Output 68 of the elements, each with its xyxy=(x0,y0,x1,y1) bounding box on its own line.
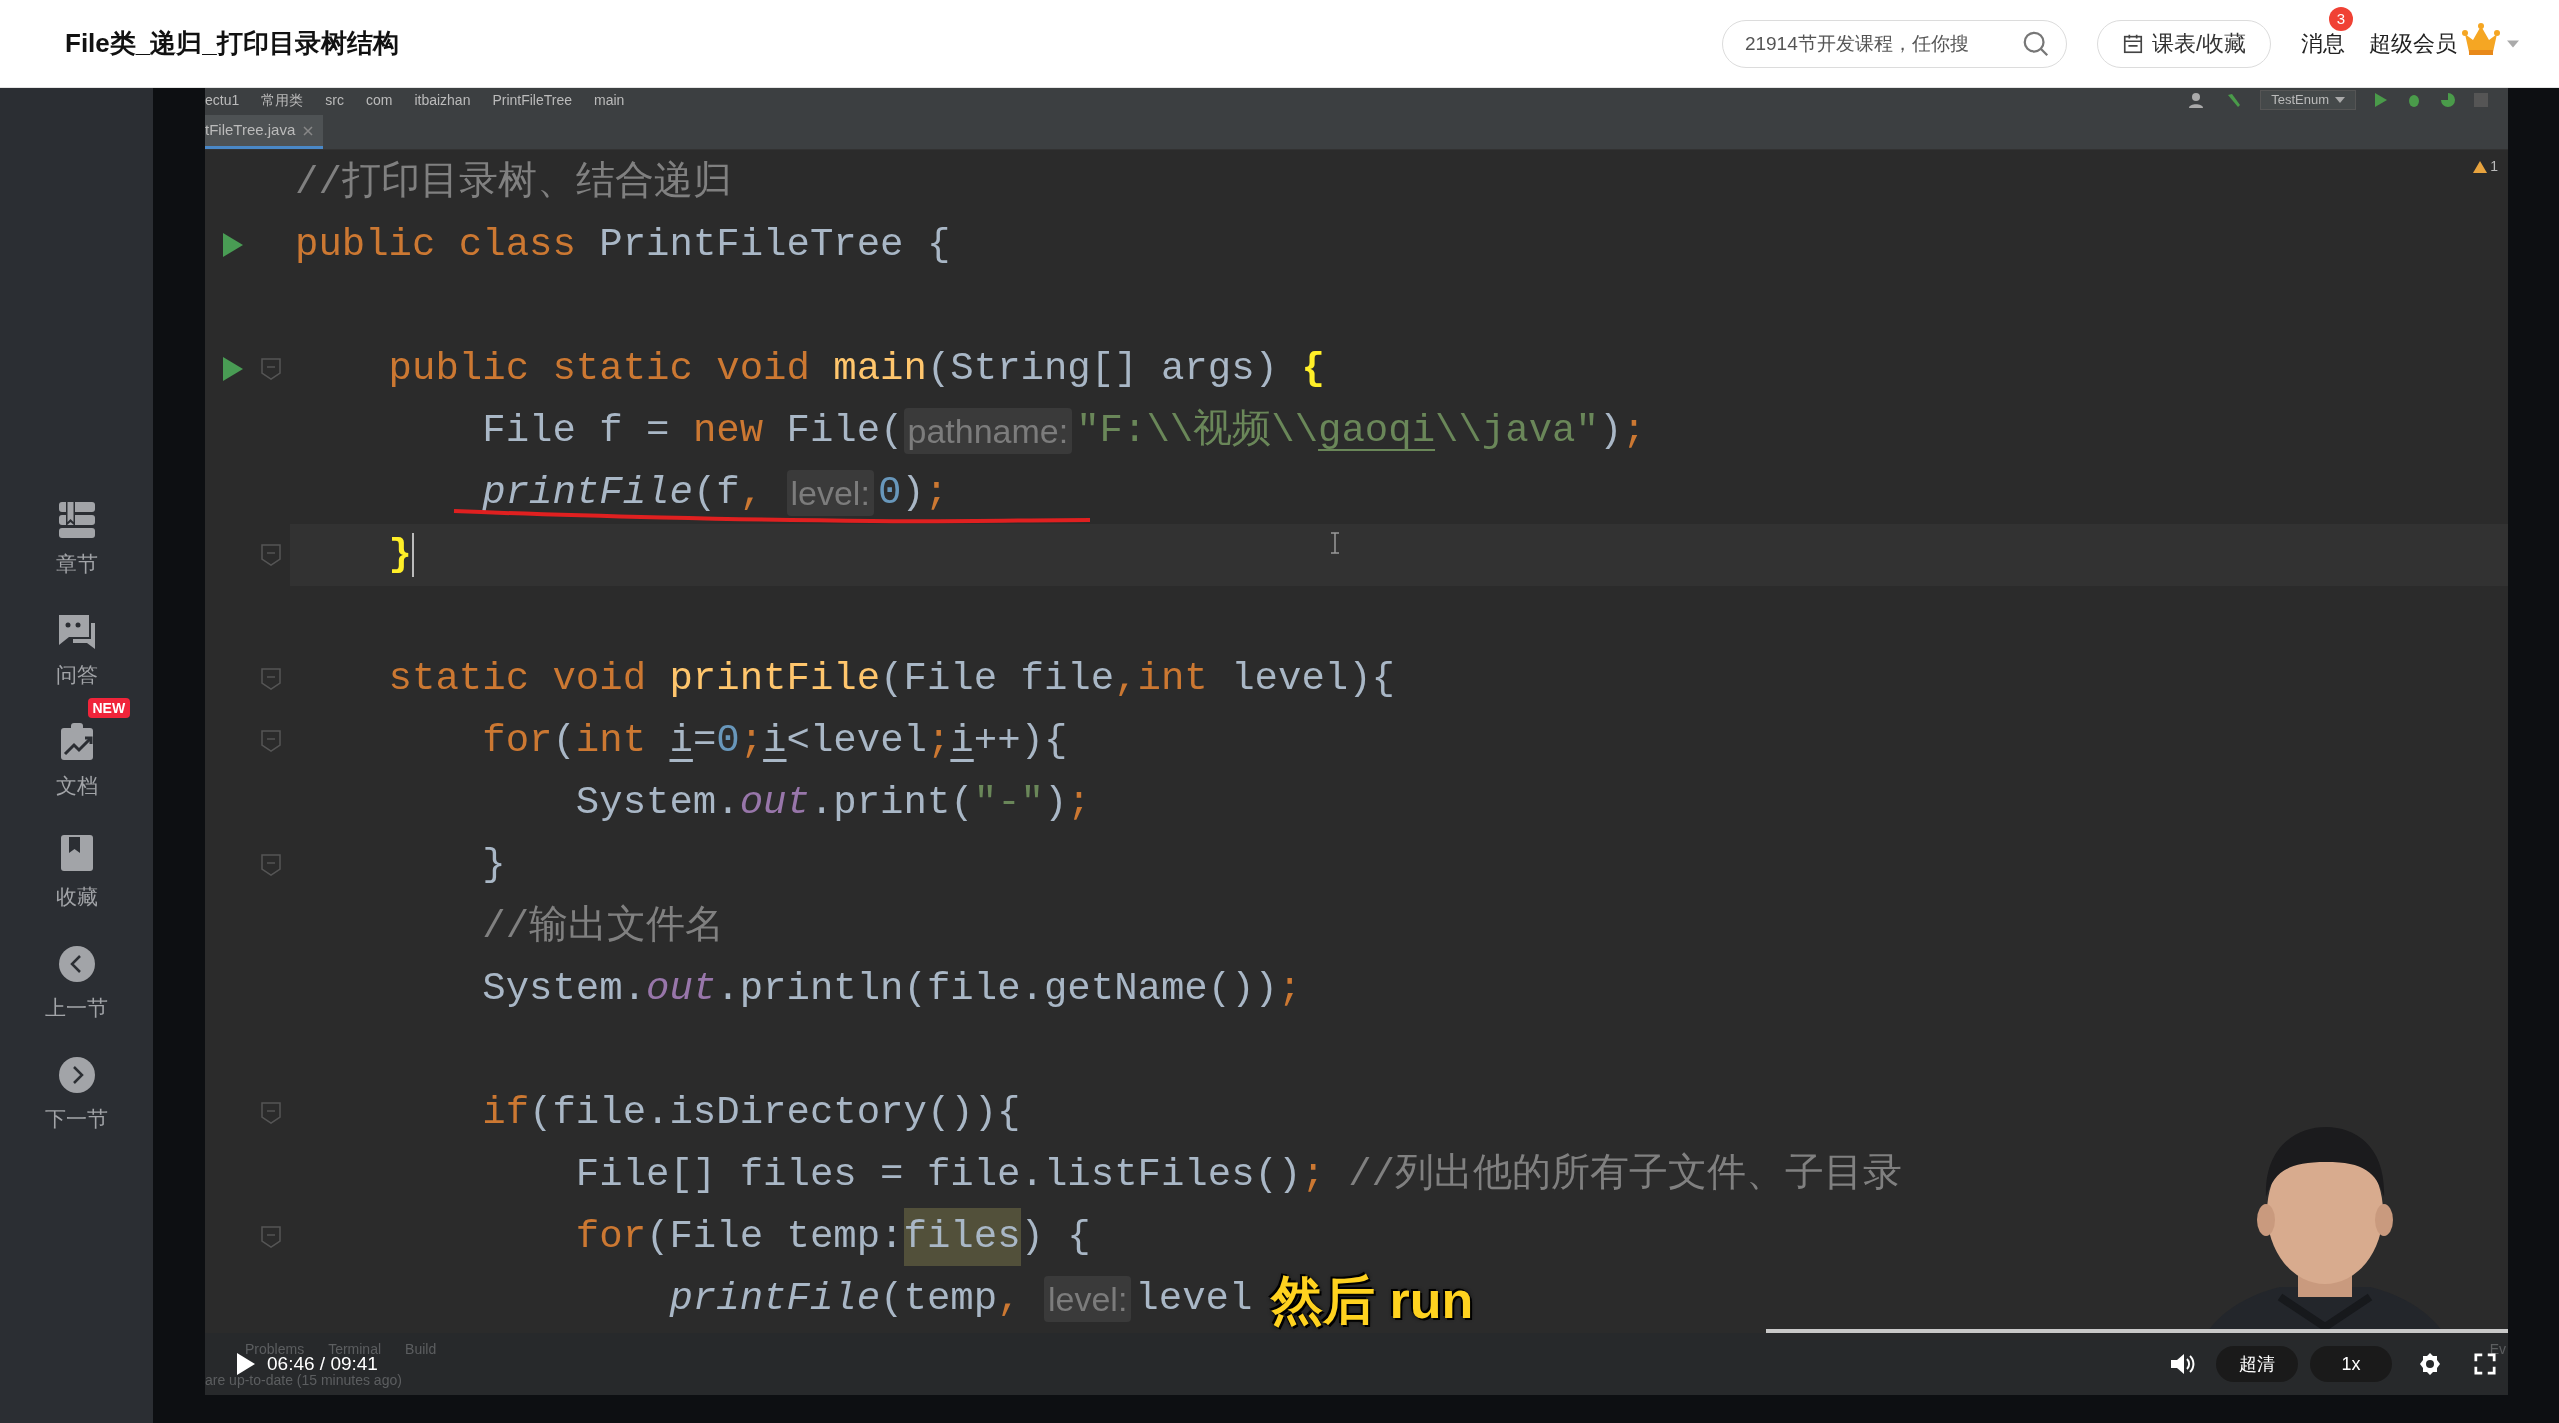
code-line: System.out.print("-"); xyxy=(574,779,1091,827)
calendar-icon xyxy=(2121,32,2144,55)
vip-link[interactable]: 超级会员 xyxy=(2369,27,2457,60)
breadcrumb-item[interactable]: src xyxy=(325,89,344,111)
settings-icon[interactable] xyxy=(2418,1352,2442,1376)
code-line: System.out.println(file.getName()); xyxy=(481,965,1302,1013)
text-cursor-icon xyxy=(1330,532,1340,554)
code-line: for(int i=0;i<level;i++){ xyxy=(481,717,1068,765)
breadcrumb-item[interactable]: ectu1 xyxy=(205,89,240,111)
sidebar-label[interactable]: 文档 xyxy=(55,770,98,802)
code-line: File f = new File(pathname: "F:\\视频\\gaoqi\\java"); xyxy=(481,407,1646,456)
speed-button[interactable]: 1x xyxy=(2310,1346,2392,1382)
code-line: //输出文件名 xyxy=(481,903,725,951)
volume-icon[interactable] xyxy=(2170,1353,2196,1375)
play-icon[interactable] xyxy=(235,1353,255,1375)
sidebar-label[interactable]: 问答 xyxy=(55,659,98,691)
caret-icon xyxy=(2335,97,2345,103)
fullscreen-icon[interactable] xyxy=(2474,1353,2496,1375)
fold-marker-icon[interactable] xyxy=(261,730,281,752)
sidebar-label[interactable]: 章节 xyxy=(55,548,98,580)
fold-marker-icon[interactable] xyxy=(261,1226,281,1248)
hammer-icon[interactable] xyxy=(2226,92,2243,108)
run-icon[interactable] xyxy=(2374,92,2388,108)
run-config-dropdown[interactable]: TestEnum xyxy=(2260,90,2356,110)
warning-icon xyxy=(2473,160,2488,173)
fold-marker-icon[interactable] xyxy=(261,358,281,380)
sidebar-label[interactable]: 下一节 xyxy=(45,1103,108,1135)
code-line: } xyxy=(387,531,415,579)
new-badge: NEW xyxy=(87,698,131,718)
fold-marker-icon[interactable] xyxy=(261,854,281,876)
code-line: } xyxy=(481,841,506,889)
fold-marker-icon[interactable] xyxy=(261,668,281,690)
breadcrumb-item[interactable]: itbaizhan xyxy=(414,89,471,111)
caret-icon[interactable] xyxy=(2507,39,2519,48)
code-line: for(File temp:files) { xyxy=(295,1207,1091,1267)
sidebar-label[interactable]: 上一节 xyxy=(45,992,108,1024)
search-field[interactable]: 21914节开发课程，任你搜 xyxy=(1721,19,2067,68)
crown-icon xyxy=(2461,21,2501,56)
chevron-left-icon[interactable] xyxy=(56,944,97,984)
messages-link[interactable]: 消息 xyxy=(2301,31,2345,56)
quality-button[interactable]: 超清 xyxy=(2216,1346,2298,1382)
file-tab[interactable]: tFileTree.java xyxy=(205,115,324,149)
code-line: printFile(temp, level: level xyxy=(668,1275,1253,1324)
sidebar-label[interactable]: 收藏 xyxy=(55,881,98,913)
code-line: if(file.isDirectory()){ xyxy=(481,1089,1021,1137)
run-icon[interactable] xyxy=(223,357,243,381)
code-line: printFile(f, level: 0); xyxy=(481,469,949,518)
bug-icon[interactable] xyxy=(2406,92,2422,108)
warning-indicator[interactable]: 1 xyxy=(2473,156,2498,177)
code-line: File[] files = file.listFiles(); //列出他的所有子文件、子目录 xyxy=(574,1151,1902,1199)
close-icon[interactable] xyxy=(303,125,314,136)
code-line: public static void main(String[] args) { xyxy=(387,345,1325,393)
breadcrumb-item[interactable]: main xyxy=(594,89,625,111)
notification-badge: 3 xyxy=(2329,7,2353,31)
chevron-right-icon[interactable] xyxy=(56,1055,97,1095)
subtitle-text: 然后 run xyxy=(1271,1270,1474,1330)
book-stack-icon[interactable] xyxy=(56,500,97,540)
run-icon[interactable] xyxy=(223,233,243,257)
coverage-icon[interactable] xyxy=(2440,92,2456,108)
code-line: //打印目录树、结合递归 xyxy=(295,159,732,207)
code-line: static void printFile(File file,int level){ xyxy=(387,655,1395,703)
page-title: File类_递归_打印目录树结构 xyxy=(65,27,399,60)
code-line: public class PrintFileTree { xyxy=(295,221,951,269)
breadcrumb-item[interactable]: 常用类 xyxy=(261,89,304,111)
breadcrumb-item[interactable]: com xyxy=(365,89,393,111)
fold-marker-icon[interactable] xyxy=(261,544,281,566)
breadcrumb-item[interactable]: PrintFileTree xyxy=(492,89,573,111)
fold-marker-icon[interactable] xyxy=(261,1102,281,1124)
